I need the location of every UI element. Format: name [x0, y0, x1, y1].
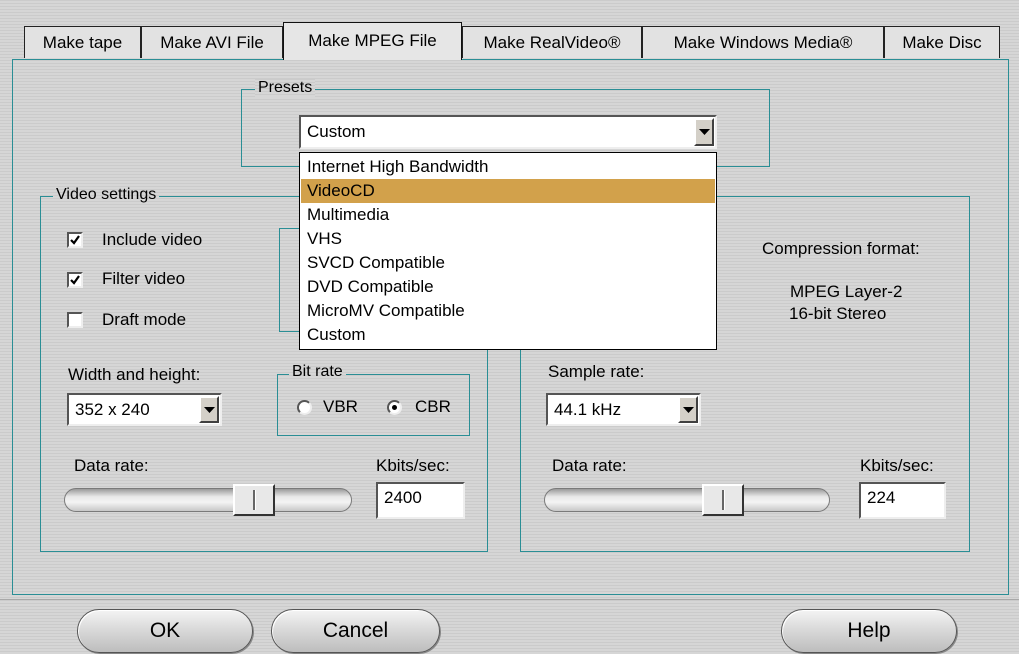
audio-data-rate-input[interactable]: 224	[859, 482, 946, 519]
cbr-radio[interactable]	[387, 400, 402, 415]
draft-mode-label: Draft mode	[102, 310, 187, 329]
width-height-label: Width and height:	[68, 365, 201, 384]
preset-option-custom[interactable]: Custom	[301, 323, 715, 347]
slider-grip	[722, 490, 725, 510]
width-height-dropdown-button[interactable]	[199, 396, 219, 423]
preset-option-internet-high-bandwidth[interactable]: Internet High Bandwidth	[301, 155, 715, 179]
sample-rate-label: Sample rate:	[548, 362, 645, 381]
sample-rate-dropdown[interactable]: 44.1 kHz	[546, 393, 701, 426]
sample-rate-value: 44.1 kHz	[554, 399, 622, 419]
filter-video-checkbox[interactable]	[67, 272, 83, 288]
presets-dropdown-list: Internet High Bandwidth VideoCD Multimed…	[299, 152, 717, 350]
compression-format-line1: MPEG Layer-2	[790, 282, 903, 301]
preset-option-videocd[interactable]: VideoCD	[301, 179, 715, 203]
preset-option-svcd-compatible[interactable]: SVCD Compatible	[301, 251, 715, 275]
tab-make-mpeg-file[interactable]: Make MPEG File	[283, 22, 462, 60]
preset-option-micromv-compatible[interactable]: MicroMV Compatible	[301, 299, 715, 323]
width-height-dropdown[interactable]: 352 x 240	[67, 393, 222, 426]
include-video-checkbox[interactable]	[67, 232, 83, 248]
presets-dropdown[interactable]: Custom	[299, 115, 717, 149]
chevron-down-icon	[204, 406, 215, 413]
audio-data-rate-label: Data rate:	[552, 456, 627, 475]
presets-legend: Presets	[255, 79, 316, 97]
audio-data-rate-slider-thumb[interactable]	[702, 484, 744, 516]
audio-data-rate-slider-track[interactable]	[544, 488, 830, 512]
tab-make-windows-media[interactable]: Make Windows Media®	[642, 26, 884, 58]
radio-dot	[392, 405, 397, 410]
compression-format-label: Compression format:	[762, 239, 920, 258]
preset-option-vhs[interactable]: VHS	[301, 227, 715, 251]
width-height-value: 352 x 240	[75, 399, 150, 419]
vbr-label: VBR	[323, 397, 358, 416]
presets-dropdown-button[interactable]	[694, 118, 714, 146]
cbr-label: CBR	[415, 397, 451, 416]
video-kbits-label: Kbits/sec:	[376, 456, 450, 475]
include-video-label: Include video	[102, 230, 203, 249]
ok-button[interactable]: OK	[77, 609, 253, 653]
audio-kbits-label: Kbits/sec:	[860, 456, 934, 475]
video-data-rate-slider-track[interactable]	[64, 488, 352, 512]
preset-option-dvd-compatible[interactable]: DVD Compatible	[301, 275, 715, 299]
video-data-rate-input[interactable]: 2400	[376, 482, 465, 519]
preset-option-multimedia[interactable]: Multimedia	[301, 203, 715, 227]
button-bar-divider	[0, 599, 1019, 600]
presets-selected-value: Custom	[307, 122, 366, 141]
tab-make-disc[interactable]: Make Disc	[884, 26, 1000, 58]
help-button[interactable]: Help	[781, 609, 957, 653]
draft-mode-checkbox[interactable]	[67, 312, 83, 328]
bit-rate-legend: Bit rate	[289, 363, 346, 381]
tab-make-realvideo[interactable]: Make RealVideo®	[462, 26, 642, 58]
tab-make-avi-file[interactable]: Make AVI File	[141, 26, 283, 58]
tab-make-tape[interactable]: Make tape	[24, 26, 141, 58]
check-icon	[70, 275, 80, 285]
slider-grip	[253, 490, 256, 510]
check-icon	[70, 235, 80, 245]
compression-format-line2: 16-bit Stereo	[789, 304, 887, 323]
video-settings-legend: Video settings	[53, 186, 160, 204]
vbr-radio[interactable]	[297, 400, 312, 415]
chevron-down-icon	[699, 129, 710, 135]
chevron-down-icon	[683, 406, 694, 413]
cancel-button[interactable]: Cancel	[271, 609, 440, 653]
sample-rate-dropdown-button[interactable]	[678, 396, 698, 423]
video-data-rate-label: Data rate:	[74, 456, 149, 475]
filter-video-label: Filter video	[102, 269, 186, 288]
video-data-rate-slider-thumb[interactable]	[233, 484, 275, 516]
